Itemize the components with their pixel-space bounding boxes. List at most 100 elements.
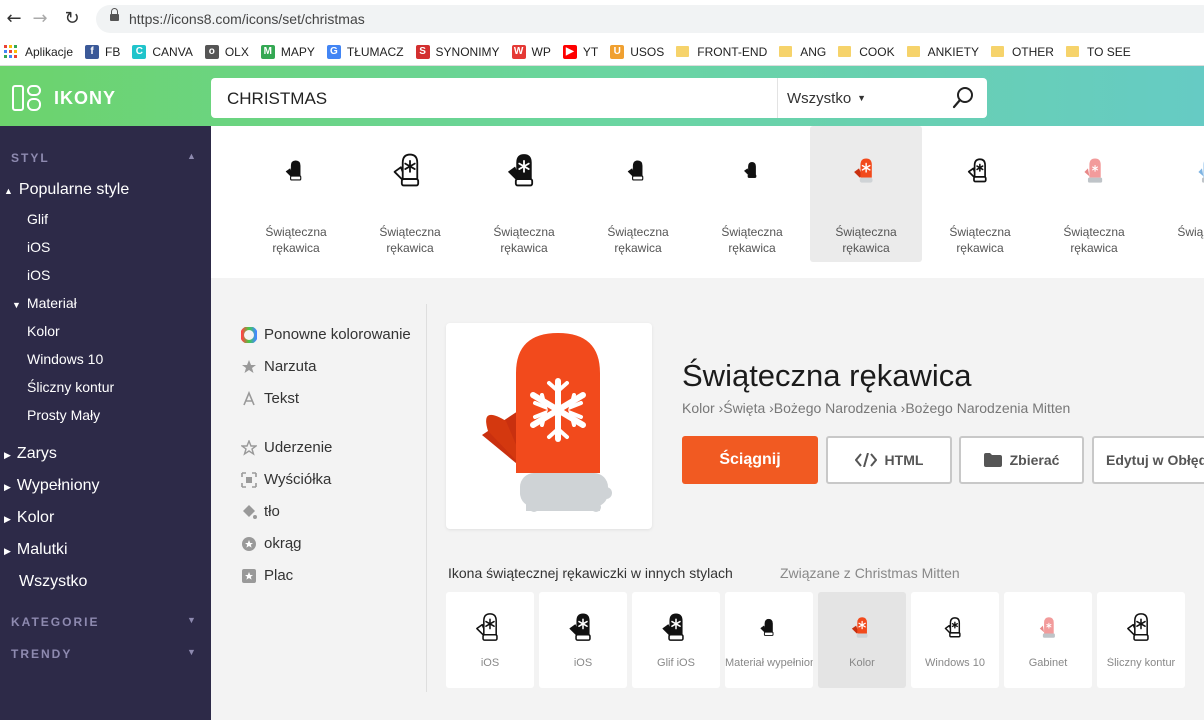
sidebar-item-kolor[interactable]: Kolor: [27, 323, 60, 339]
sidebar-item-sliczny-kontur[interactable]: Śliczny kontur: [27, 379, 114, 395]
logo[interactable]: IKONY: [12, 83, 116, 113]
related-tab[interactable]: Związane z Christmas Mitten: [780, 565, 960, 581]
bookmark-olx-3[interactable]: o OLX: [204, 44, 249, 59]
bookmark-folder-14[interactable]: OTHER: [990, 45, 1054, 59]
style-tile[interactable]: iOS: [539, 592, 627, 688]
sidebar-item-kolor-group[interactable]: ▶ Kolor: [4, 509, 54, 527]
bookmark-youtube-8[interactable]: ▶ YT: [562, 44, 598, 59]
sidebar-section-styl[interactable]: STYL: [11, 151, 50, 165]
search-filter-select[interactable]: Wszystko ▼: [787, 90, 866, 107]
search-icon[interactable]: [951, 86, 975, 110]
style-card[interactable]: Świąteczna rękawica: [354, 126, 466, 262]
breadcrumb[interactable]: Kolor ›Święta ›Bożego Narodzenia ›Bożego…: [682, 400, 1070, 416]
panel-divider: [426, 304, 427, 692]
bookmark-usos-9[interactable]: U USOS: [610, 44, 665, 59]
style-card[interactable]: Świąteczna rękawica: [696, 126, 808, 262]
option-paint-bucket[interactable]: tło: [241, 503, 280, 520]
bookmark-wp-7[interactable]: W WP: [511, 44, 551, 59]
bookmark-apps-grid-0[interactable]: Aplikacje: [4, 45, 73, 59]
html-button-label: HTML: [884, 452, 924, 468]
usos-icon: U: [610, 44, 625, 59]
style-card[interactable]: Świąteczna rękawica: [1038, 126, 1150, 262]
style-card[interactable]: Świąteczna rękawica: [468, 126, 580, 262]
color-wheel-icon: [241, 326, 257, 343]
style-tile[interactable]: iOS: [446, 592, 534, 688]
option-circle-star[interactable]: okrąg: [241, 535, 302, 552]
style-card[interactable]: Świąteczna rękawica: [240, 126, 352, 262]
bookmark-label: ANG: [800, 44, 827, 59]
bookmark-facebook-1[interactable]: f FB: [85, 44, 120, 59]
style-card[interactable]: Świą rękaw: [1152, 126, 1204, 262]
download-button[interactable]: Ściągnij: [682, 436, 818, 484]
option-color-wheel[interactable]: Ponowne kolorowanie: [241, 326, 411, 343]
bookmark-folder-15[interactable]: TO SEE: [1065, 44, 1131, 59]
bookmark-maps-4[interactable]: M MAPY: [260, 44, 315, 59]
option-stroke-star[interactable]: Uderzenie: [241, 439, 332, 456]
sidebar-item-popular[interactable]: ▲ Popularne style: [4, 181, 129, 199]
style-tile[interactable]: Windows 10: [911, 592, 999, 688]
style-card[interactable]: Świąteczna rękawica: [582, 126, 694, 262]
search-input[interactable]: CHRISTMAS: [227, 89, 327, 109]
sidebar-item-windows-10[interactable]: Windows 10: [27, 351, 103, 367]
bookmark-folder-12[interactable]: COOK: [838, 45, 895, 59]
option-padding[interactable]: Wyściółka: [241, 471, 331, 488]
option-overlay-star[interactable]: Narzuta: [241, 358, 317, 375]
collect-button[interactable]: Zbierać: [959, 436, 1084, 484]
style-tile[interactable]: Glif iOS: [632, 592, 720, 688]
bookmark-label: USOS: [630, 44, 665, 59]
option-label: Narzuta: [264, 358, 317, 375]
style-tile[interactable]: Śliczny kontur: [1097, 592, 1185, 688]
address-bar[interactable]: https://icons8.com/icons/set/christmas: [96, 5, 1204, 33]
sidebar-item-ios-2[interactable]: iOS: [27, 267, 50, 283]
bookmark-label: CANVA: [152, 44, 193, 59]
edit-button[interactable]: Edytuj w Obłędzie: [1092, 436, 1204, 484]
html-button[interactable]: HTML: [826, 436, 952, 484]
apps-grid-icon: [4, 45, 17, 58]
mitten-icon: [944, 617, 961, 638]
forward-icon[interactable]: →: [30, 9, 50, 29]
sidebar-item-wypelniony[interactable]: ▶ Wypełniony: [4, 477, 99, 495]
stroke-star-icon: [241, 439, 257, 456]
option-label: Plac: [264, 567, 294, 584]
style-tile[interactable]: Kolor: [818, 592, 906, 688]
style-card[interactable]: Świąteczna rękawica: [810, 126, 922, 262]
option-text-a[interactable]: Tekst: [241, 390, 299, 407]
option-square-star[interactable]: Plac: [241, 567, 293, 584]
sidebar-item-malutki[interactable]: ▶ Malutki: [4, 541, 68, 559]
expand-arrow-icon[interactable]: ▼: [187, 647, 196, 657]
collapse-arrow-icon[interactable]: ▲: [187, 151, 196, 161]
expand-arrow-icon[interactable]: ▼: [187, 615, 196, 625]
sidebar-item-material[interactable]: ▼ Materiał: [12, 295, 77, 311]
mitten-icon: [1198, 161, 1204, 183]
sidebar-section-kategorie[interactable]: KATEGORIE: [11, 615, 99, 629]
mitten-icon: [1084, 158, 1103, 183]
bookmark-folder-13[interactable]: ANKIETY: [906, 45, 979, 59]
bookmark-translate-5[interactable]: G TŁUMACZ: [326, 44, 404, 59]
sidebar-item-prosty-maly[interactable]: Prosty Mały: [27, 407, 100, 423]
triangle-right-icon: ▶: [4, 482, 11, 492]
option-label: Tekst: [264, 390, 300, 407]
option-label: Wyściółka: [264, 471, 332, 488]
overlay-star-icon: [242, 359, 256, 373]
sidebar-section-trendy[interactable]: TRENDY: [11, 647, 72, 661]
sidebar-item-glif[interactable]: Glif: [27, 211, 48, 227]
bookmark-folder-11[interactable]: ANG: [779, 45, 826, 59]
style-card-label: Świą rękaw: [1177, 225, 1204, 239]
folder-icon: [1065, 46, 1079, 57]
bookmark-synonimy-6[interactable]: S SYNONIMY: [415, 44, 500, 59]
sidebar-item-ios[interactable]: iOS: [27, 239, 50, 255]
back-icon[interactable]: ←: [4, 9, 24, 29]
translate-icon: G: [326, 44, 341, 59]
style-tile[interactable]: Materiał wypełniony: [725, 592, 813, 688]
style-tile[interactable]: Gabinet: [1004, 592, 1092, 688]
bookmark-label: WP: [531, 44, 551, 59]
bookmark-canva-2[interactable]: C CANVA: [132, 44, 193, 59]
option-label: tło: [264, 503, 280, 520]
bookmark-label: TO SEE: [1086, 44, 1131, 59]
bookmark-folder-10[interactable]: FRONT-END: [676, 45, 767, 59]
sidebar-item-zarys[interactable]: ▶ Zarys: [4, 445, 57, 463]
style-card-label: Świąteczna rękawica: [835, 225, 897, 255]
reload-icon[interactable]: ↻: [62, 9, 82, 29]
style-card[interactable]: Świąteczna rękawica: [924, 126, 1036, 262]
sidebar-item-wszystko[interactable]: Wszystko: [19, 573, 87, 591]
